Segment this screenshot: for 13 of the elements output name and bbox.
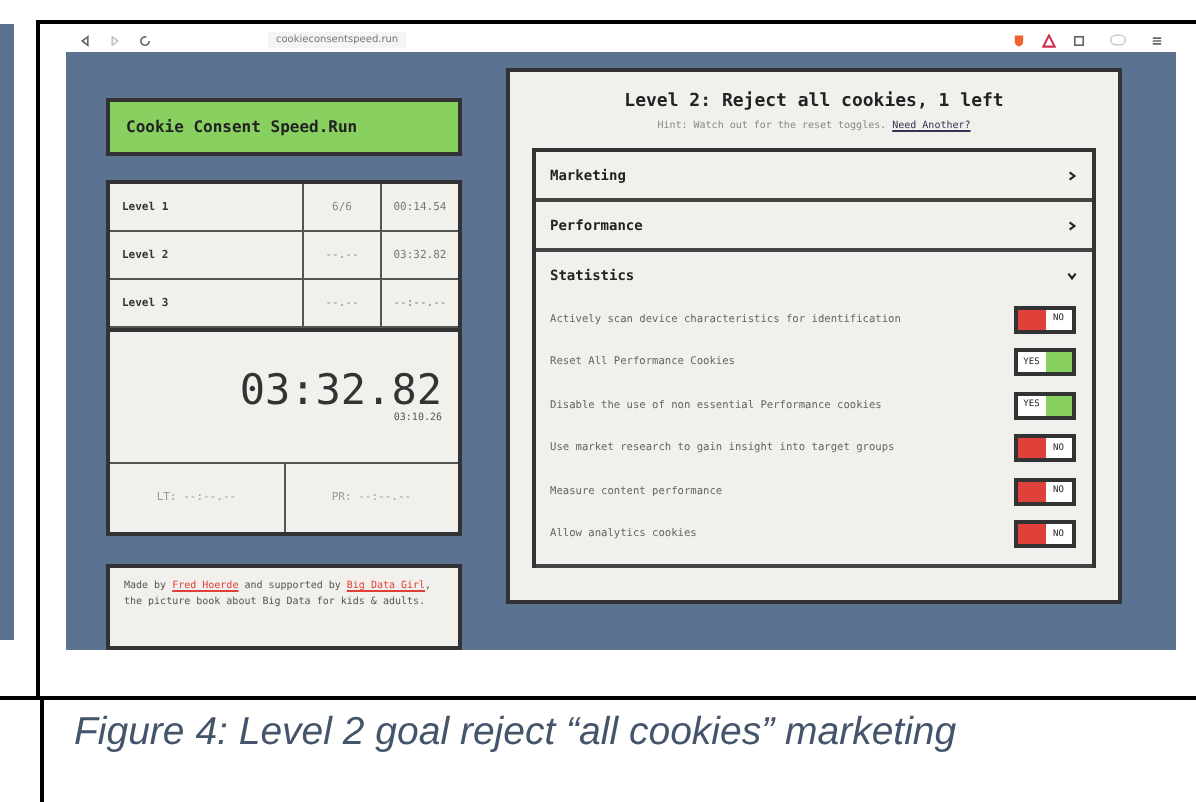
figure-caption: Figure 4: Level 2 goal reject “all cookies” marketing	[72, 708, 957, 758]
chevron-icon	[1066, 169, 1078, 181]
dialog-title: Level 2: Reject all cookies, 1 left	[624, 92, 1004, 112]
game-title: Cookie Consent Speed.Run	[106, 98, 462, 156]
chevron-icon	[1066, 219, 1078, 231]
window-icon[interactable]	[1072, 33, 1086, 47]
reload-icon[interactable]	[138, 33, 152, 47]
main-timer: 03:32.82	[239, 370, 442, 412]
triangle-icon[interactable]	[1042, 33, 1056, 47]
chevron-icon	[1066, 269, 1078, 281]
back-icon[interactable]	[78, 33, 92, 47]
menu-icon[interactable]	[1150, 33, 1164, 47]
shield-icon[interactable]	[1012, 33, 1026, 47]
